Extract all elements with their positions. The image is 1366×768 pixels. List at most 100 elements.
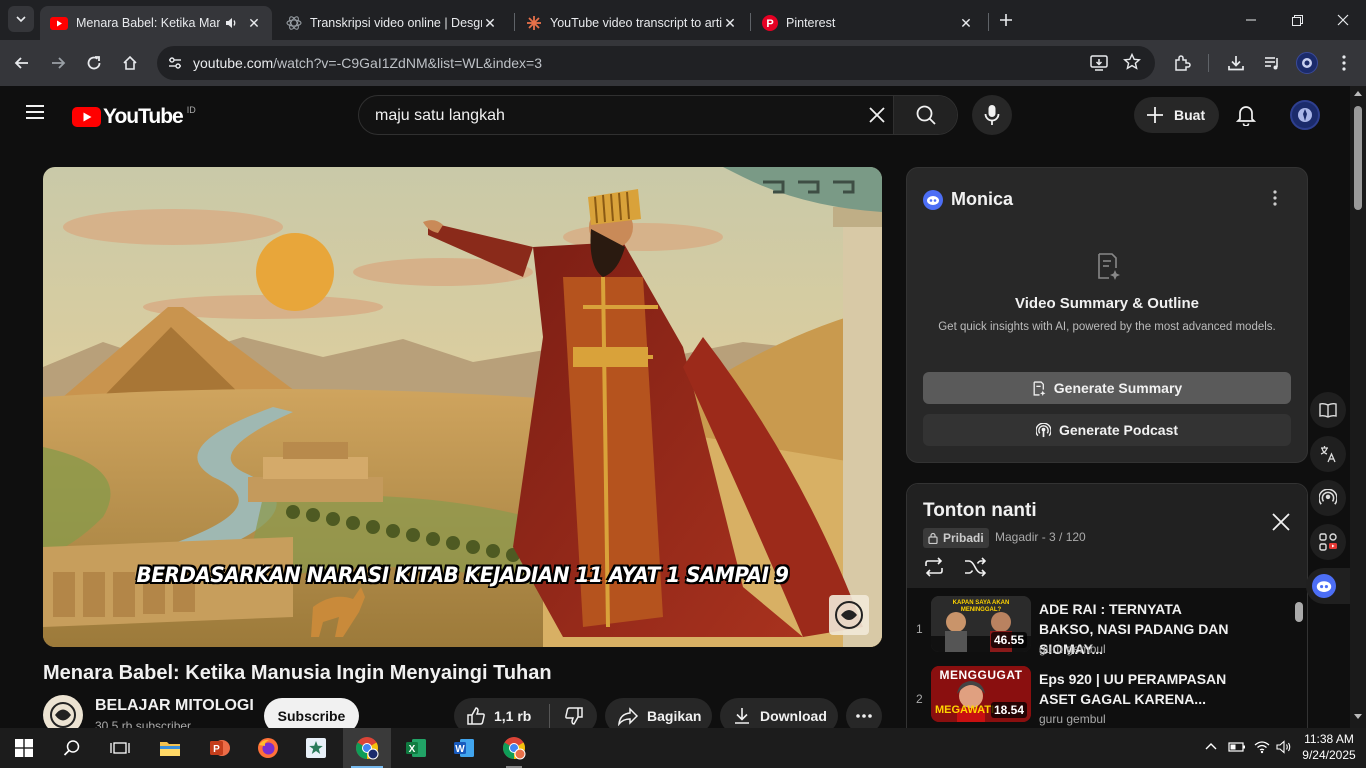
new-tab-button[interactable] bbox=[994, 8, 1018, 32]
close-window-button[interactable] bbox=[1320, 0, 1366, 40]
create-button[interactable]: Buat bbox=[1134, 97, 1219, 133]
lock-icon bbox=[928, 532, 938, 544]
scroll-down-icon[interactable] bbox=[1350, 710, 1366, 724]
playlist-scrollbar[interactable] bbox=[1295, 602, 1303, 622]
close-tab-icon[interactable]: ✕ bbox=[722, 15, 738, 32]
tab-title: YouTube video transcript to arti bbox=[550, 16, 722, 30]
pinterest-favicon-icon: P bbox=[762, 15, 778, 31]
monica-menu-button[interactable] bbox=[1273, 190, 1277, 206]
minimize-button[interactable] bbox=[1228, 0, 1274, 40]
media-controls-button[interactable] bbox=[1260, 51, 1284, 75]
tab-transkripsi[interactable]: Transkripsi video online | Desgr ✕ bbox=[276, 6, 508, 40]
taskbar-powerpoint[interactable]: P bbox=[196, 728, 244, 768]
close-icon bbox=[1337, 14, 1349, 26]
rail-podcast-button[interactable] bbox=[1310, 480, 1346, 516]
generate-summary-button[interactable]: Generate Summary bbox=[923, 372, 1291, 404]
url-text[interactable]: youtube.com/watch?v=-C9GaI1ZdNM&list=WL&… bbox=[193, 55, 542, 71]
search-box[interactable]: maju satu langkah bbox=[358, 95, 958, 135]
close-tab-icon[interactable]: ✕ bbox=[482, 15, 498, 32]
notifications-button[interactable] bbox=[1236, 104, 1256, 126]
voice-search-button[interactable] bbox=[972, 95, 1012, 135]
share-label: Bagikan bbox=[647, 708, 702, 724]
channel-name[interactable]: BELAJAR MITOLOGI bbox=[95, 697, 254, 715]
playlist-title[interactable]: Tonton nanti bbox=[923, 500, 1037, 522]
search-input[interactable]: maju satu langkah bbox=[375, 107, 505, 125]
profile-avatar[interactable] bbox=[1296, 52, 1318, 74]
page-scrollbar[interactable] bbox=[1350, 86, 1366, 728]
tab-title: Transkripsi video online | Desgr bbox=[310, 16, 482, 30]
reload-button[interactable] bbox=[82, 51, 106, 75]
scroll-up-icon[interactable] bbox=[1350, 86, 1366, 100]
document-sparkle-icon bbox=[1098, 253, 1120, 280]
arrow-right-icon bbox=[52, 57, 66, 69]
powerpoint-icon: P bbox=[210, 740, 230, 756]
rail-translate-button[interactable] bbox=[1310, 436, 1346, 472]
youtube-favicon-icon bbox=[50, 16, 68, 30]
clear-search-button[interactable] bbox=[867, 105, 887, 125]
home-button[interactable] bbox=[118, 51, 142, 75]
taskbar-app-star[interactable] bbox=[292, 728, 340, 768]
taskbar-chrome-active[interactable] bbox=[343, 728, 391, 768]
monica-launcher-button[interactable] bbox=[1306, 568, 1350, 604]
tab-title: Pinterest bbox=[786, 16, 836, 30]
summary-doc-icon-wrap bbox=[1095, 252, 1121, 280]
close-tab-icon[interactable]: ✕ bbox=[958, 15, 974, 32]
taskbar-file-explorer[interactable] bbox=[146, 728, 194, 768]
taskbar-chrome-profile[interactable] bbox=[490, 728, 538, 768]
rail-reader-button[interactable] bbox=[1310, 392, 1346, 428]
tray-overflow-button[interactable] bbox=[1204, 741, 1218, 751]
task-view-button[interactable] bbox=[96, 728, 144, 768]
restore-button[interactable] bbox=[1274, 0, 1320, 40]
volume-indicator[interactable] bbox=[1276, 740, 1292, 754]
taskbar-firefox[interactable] bbox=[244, 728, 292, 768]
privacy-badge: Pribadi bbox=[923, 528, 989, 548]
shuffle-button[interactable] bbox=[964, 557, 986, 577]
close-tab-icon[interactable]: ✕ bbox=[246, 15, 262, 32]
speaker-icon[interactable] bbox=[224, 16, 238, 30]
monica-header: Monica bbox=[923, 189, 1013, 210]
restore-icon bbox=[1291, 14, 1303, 26]
playlist-item[interactable]: 2 MENGGUGAT MEGAWATI 18.54 Eps 920 | UU … bbox=[907, 666, 1297, 734]
tab-youtube-transcript[interactable]: YouTube video transcript to arti ✕ bbox=[516, 6, 748, 40]
scrollbar-thumb[interactable] bbox=[1354, 106, 1362, 210]
browser-menu-button[interactable] bbox=[1332, 51, 1356, 75]
speaker-icon bbox=[1276, 740, 1291, 754]
tab-separator bbox=[750, 13, 751, 31]
monica-logo-icon bbox=[1312, 574, 1336, 598]
thumbs-down-icon bbox=[564, 707, 583, 725]
forward-button[interactable] bbox=[46, 51, 70, 75]
thumbnail-caption-top: MENGGUGAT bbox=[939, 668, 1023, 682]
rail-apps-button[interactable] bbox=[1310, 524, 1346, 560]
address-bar[interactable]: youtube.com/watch?v=-C9GaI1ZdNM&list=WL&… bbox=[157, 46, 1155, 80]
guide-menu-button[interactable] bbox=[24, 103, 46, 121]
playlist-item[interactable]: 1 KAPAN SAYA AKAN MENINGGAL? 46.55 ADE R… bbox=[907, 596, 1297, 664]
taskbar-search-button[interactable] bbox=[48, 728, 96, 768]
search-icon bbox=[916, 105, 936, 125]
tab-search-button[interactable] bbox=[8, 6, 34, 32]
generate-podcast-button[interactable]: Generate Podcast bbox=[923, 414, 1291, 446]
start-button[interactable] bbox=[0, 728, 48, 768]
extensions-button[interactable] bbox=[1170, 51, 1194, 75]
downloads-button[interactable] bbox=[1224, 51, 1248, 75]
close-playlist-button[interactable] bbox=[1271, 512, 1291, 532]
back-button[interactable] bbox=[10, 51, 34, 75]
tab-menara-babel[interactable]: Menara Babel: Ketika Manusia ✕ bbox=[40, 6, 272, 40]
video-player[interactable]: BERDASARKAN NARASI KITAB KEJADIAN 11 AYA… bbox=[43, 167, 882, 647]
monica-heading: Video Summary & Outline bbox=[1015, 295, 1199, 312]
video-caption-overlay: BERDASARKAN NARASI KITAB KEJADIAN 11 AYA… bbox=[136, 563, 789, 587]
youtube-play-logo-icon bbox=[72, 107, 101, 127]
bookmark-star-button[interactable] bbox=[1123, 53, 1141, 71]
search-button[interactable] bbox=[893, 96, 957, 134]
loop-button[interactable] bbox=[923, 557, 945, 577]
site-info-button[interactable] bbox=[163, 51, 187, 75]
firefox-icon bbox=[258, 738, 278, 758]
install-app-button[interactable] bbox=[1089, 53, 1109, 73]
taskbar-excel[interactable]: X bbox=[392, 728, 440, 768]
network-indicator[interactable] bbox=[1254, 740, 1270, 754]
taskbar-word[interactable]: W bbox=[440, 728, 488, 768]
taskbar-clock[interactable]: 11:38 AM 9/24/2025 bbox=[1296, 731, 1362, 763]
tab-pinterest[interactable]: P Pinterest ✕ bbox=[752, 6, 984, 40]
youtube-logo[interactable]: YouTube ID bbox=[72, 105, 196, 129]
battery-indicator[interactable] bbox=[1228, 741, 1246, 753]
account-avatar[interactable] bbox=[1290, 100, 1320, 130]
